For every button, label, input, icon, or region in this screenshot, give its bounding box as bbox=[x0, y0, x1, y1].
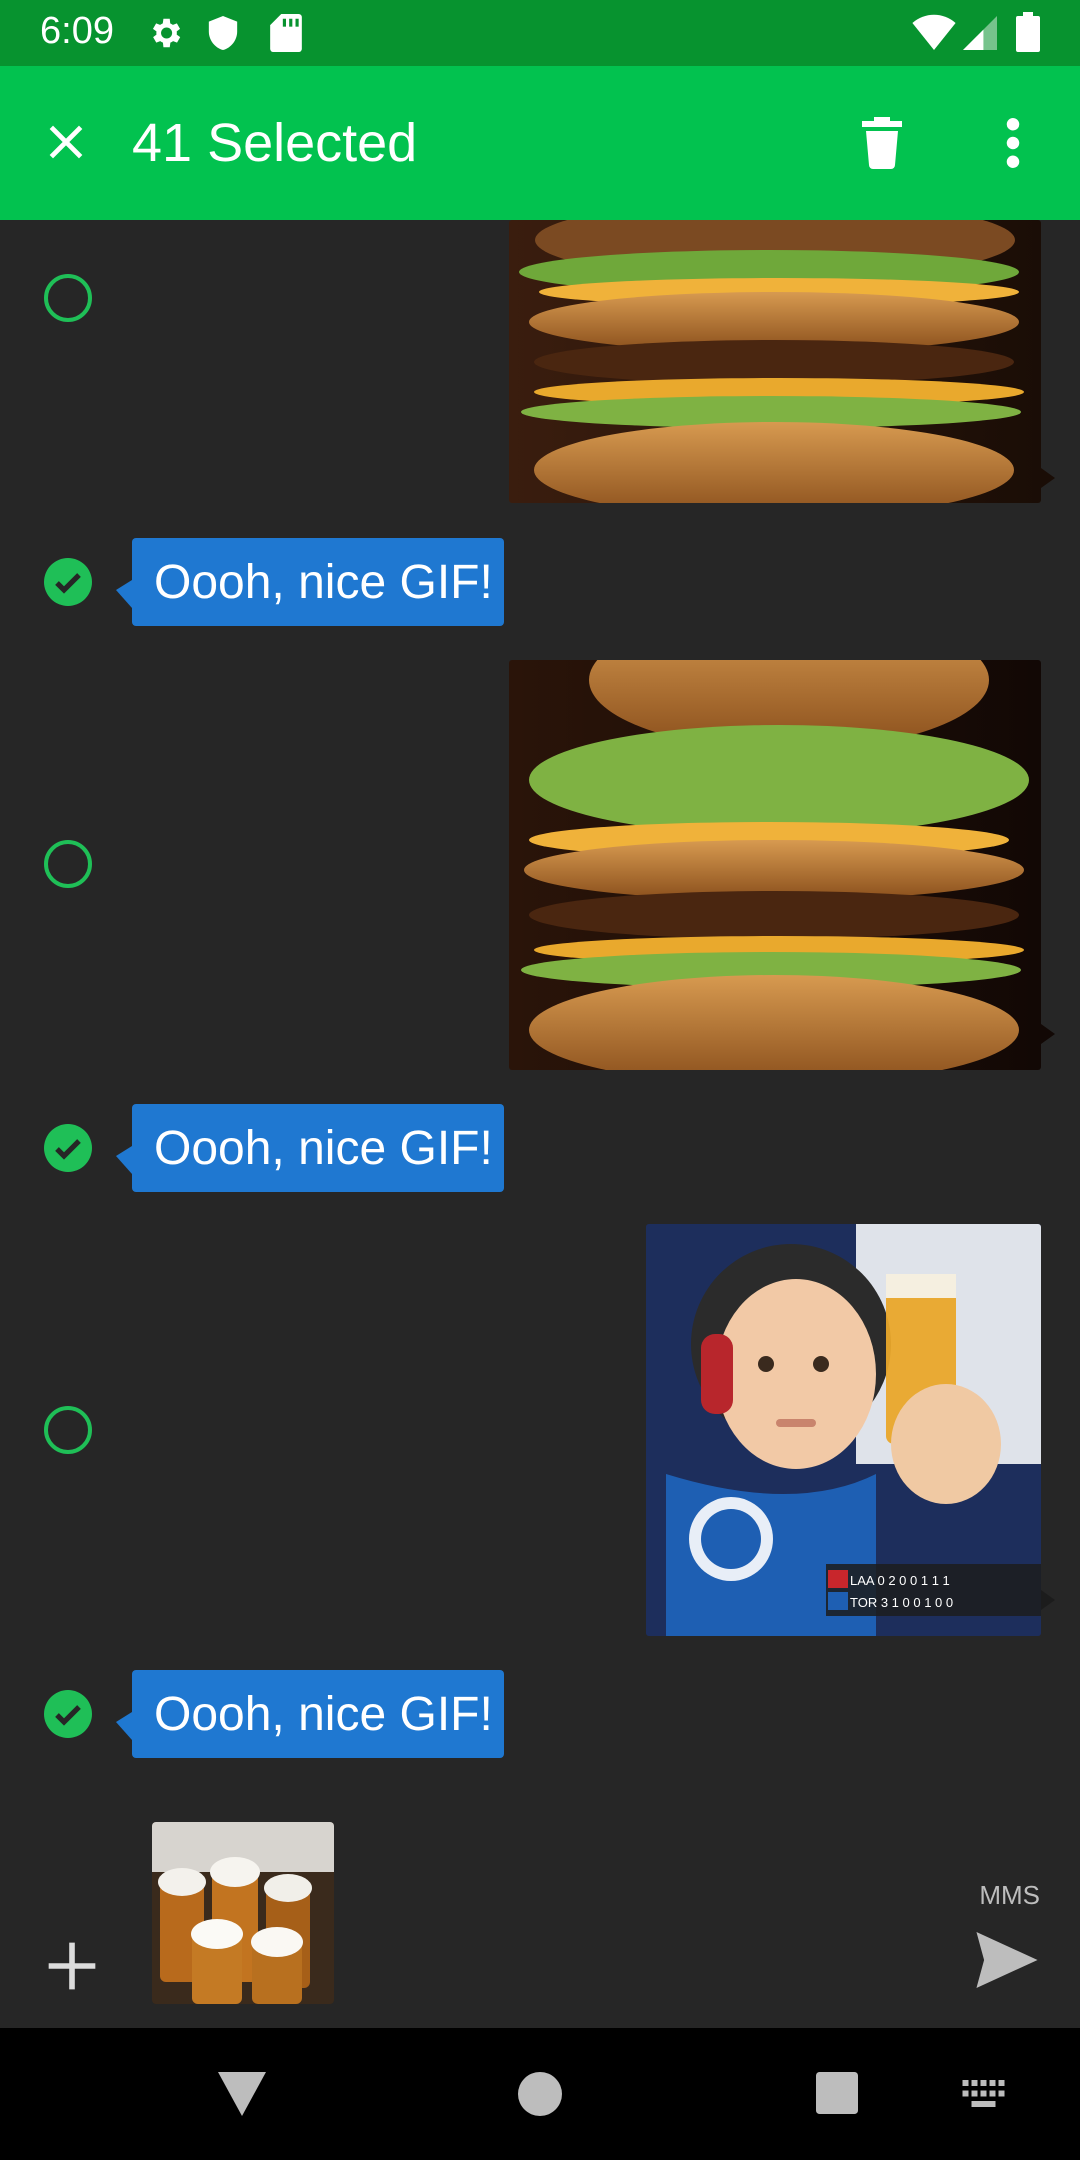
check-icon bbox=[55, 1139, 81, 1160]
scoreboard: LAA 0 2 0 0 1 1 1 TOR 3 1 0 0 1 0 0 bbox=[850, 1570, 953, 1614]
bubble-tail bbox=[1041, 1024, 1055, 1044]
select-radio-unchecked[interactable] bbox=[44, 1406, 92, 1454]
select-radio-checked[interactable] bbox=[44, 1124, 92, 1172]
message-bubble[interactable]: Oooh, nice GIF! bbox=[116, 538, 504, 626]
message-row[interactable]: Oooh, nice GIF! bbox=[0, 536, 1080, 626]
message-row[interactable] bbox=[0, 220, 1080, 510]
selection-count-title: 41 Selected bbox=[132, 113, 418, 173]
message-row[interactable]: LAA 0 2 0 0 1 1 1 TOR 3 1 0 0 1 0 0 bbox=[0, 1224, 1080, 1636]
check-icon bbox=[55, 1705, 81, 1726]
signal-icon bbox=[963, 16, 997, 50]
select-radio-unchecked[interactable] bbox=[44, 840, 92, 888]
message-bubble[interactable]: Oooh, nice GIF! bbox=[116, 1670, 504, 1758]
scoreboard-row1: 0 2 0 0 1 1 1 bbox=[877, 1573, 950, 1588]
select-radio-unchecked[interactable] bbox=[44, 274, 92, 322]
scoreboard-row2: 3 1 0 0 1 0 0 bbox=[880, 1595, 954, 1610]
bubble-tail bbox=[1041, 468, 1055, 488]
compose-bar: MMS bbox=[0, 1808, 1080, 2028]
scoreboard-team2: TOR bbox=[850, 1595, 878, 1610]
sd-card-icon bbox=[270, 14, 302, 52]
status-time: 6:09 bbox=[40, 10, 114, 52]
selection-app-bar: 41 Selected bbox=[0, 66, 1080, 220]
mms-label: MMS bbox=[979, 1880, 1040, 1910]
select-radio-checked[interactable] bbox=[44, 558, 92, 606]
keyboard-icon[interactable] bbox=[962, 2080, 1008, 2110]
beer-mugs-gif bbox=[152, 1822, 334, 2004]
home-icon[interactable] bbox=[518, 2072, 562, 2116]
select-radio-checked[interactable] bbox=[44, 1690, 92, 1738]
scoreboard-team1: LAA bbox=[850, 1573, 874, 1588]
trash-icon[interactable] bbox=[860, 116, 904, 170]
burger-gif[interactable] bbox=[509, 660, 1041, 1070]
status-bar: 6:09 bbox=[0, 0, 1080, 66]
shield-icon bbox=[208, 16, 238, 50]
message-bubble[interactable]: Oooh, nice GIF! bbox=[116, 1104, 504, 1192]
plus-icon[interactable] bbox=[44, 1938, 100, 1994]
message-text: Oooh, nice GIF! bbox=[154, 1121, 493, 1175]
baby-image bbox=[646, 1224, 1041, 1636]
battery-icon bbox=[1016, 12, 1040, 52]
recents-icon[interactable] bbox=[816, 2072, 858, 2114]
message-text: Oooh, nice GIF! bbox=[154, 1687, 493, 1741]
message-row[interactable]: Oooh, nice GIF! bbox=[0, 1102, 1080, 1192]
message-text: Oooh, nice GIF! bbox=[154, 555, 493, 609]
wifi-icon bbox=[912, 14, 956, 50]
message-row[interactable] bbox=[0, 660, 1080, 1070]
bubble-tail bbox=[1041, 1590, 1055, 1610]
check-icon bbox=[55, 573, 81, 594]
attachment-thumbnail[interactable] bbox=[152, 1822, 334, 2004]
navigation-bar bbox=[0, 2028, 1080, 2160]
more-vertical-icon[interactable] bbox=[998, 118, 1028, 168]
baby-with-beer-gif[interactable]: LAA 0 2 0 0 1 1 1 TOR 3 1 0 0 1 0 0 bbox=[646, 1224, 1041, 1636]
close-icon[interactable] bbox=[44, 120, 88, 164]
back-icon[interactable] bbox=[218, 2072, 266, 2116]
message-row[interactable]: Oooh, nice GIF! bbox=[0, 1668, 1080, 1758]
gear-icon bbox=[152, 18, 181, 48]
send-icon[interactable] bbox=[976, 1932, 1038, 1988]
burger-gif[interactable] bbox=[509, 220, 1041, 503]
